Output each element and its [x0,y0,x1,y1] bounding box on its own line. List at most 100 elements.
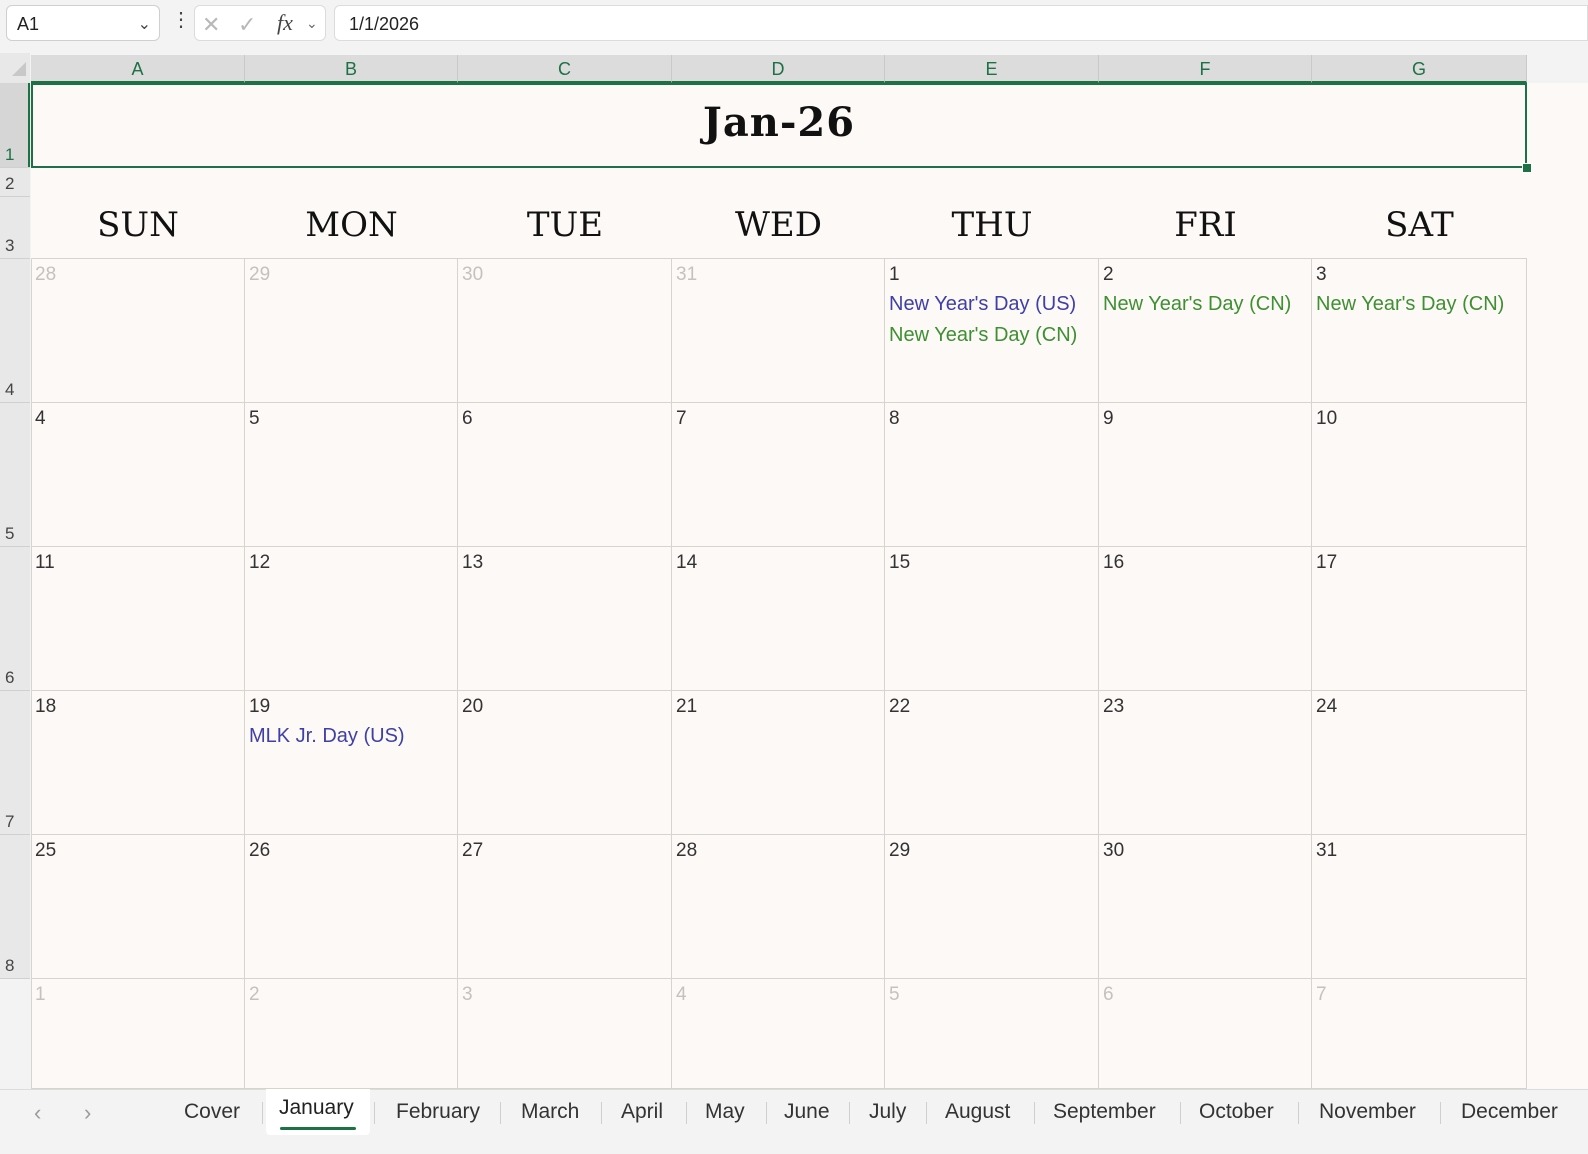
calendar-day-cell[interactable]: 18 [31,691,245,835]
day-number: 8 [889,408,900,429]
name-box[interactable]: A1 ⌄ [6,5,160,41]
calendar-day-cell[interactable]: 30 [1099,835,1312,979]
chevron-left-icon[interactable]: ‹ [34,1100,41,1126]
calendar-day-cell[interactable]: 9 [1099,403,1312,547]
sheet-tab-may[interactable]: May [705,1100,745,1124]
chevron-down-icon[interactable]: ⌄ [306,15,318,32]
day-name-mon[interactable]: MON [245,205,458,257]
fill-handle[interactable] [1522,163,1532,173]
calendar-day-cell[interactable]: 16 [1099,547,1312,691]
column-header-g[interactable]: G [1312,55,1527,83]
column-header-e[interactable]: E [885,55,1099,83]
calendar-day-cell[interactable]: 24 [1312,691,1527,835]
row-header-5[interactable]: 5 [0,403,30,547]
row-header-3[interactable]: 3 [0,197,30,259]
calendar-day-cell[interactable]: 1 New Year's Day (US) New Year's Day (CN) [885,259,1099,403]
calendar-day-cell[interactable]: 2 [245,979,458,1089]
calendar-day-cell[interactable]: 4 [31,403,245,547]
row-header-8[interactable]: 8 [0,835,30,979]
sheet-tab-september[interactable]: September [1053,1100,1156,1124]
calendar-day-cell[interactable]: 5 [885,979,1099,1089]
calendar-day-cell[interactable]: 28 [672,835,885,979]
vertical-ellipsis-icon[interactable]: ⋮ [171,10,191,30]
calendar-day-cell[interactable]: 5 [245,403,458,547]
row-header-6[interactable]: 6 [0,547,30,691]
calendar-day-cell[interactable]: 15 [885,547,1099,691]
day-number: 14 [676,552,698,573]
calendar-day-cell[interactable]: 25 [31,835,245,979]
fx-icon[interactable]: fx [277,10,293,36]
name-box-value: A1 [17,14,40,34]
calendar-day-cell[interactable]: 8 [885,403,1099,547]
calendar-day-cell[interactable]: 1 [31,979,245,1089]
close-icon[interactable]: ✕ [202,12,220,38]
column-header-c[interactable]: C [458,55,672,83]
calendar-day-cell[interactable]: 27 [458,835,672,979]
day-name-wed[interactable]: WED [672,205,885,257]
formula-input[interactable]: 1/1/2026 [334,5,1588,41]
calendar-day-cell[interactable]: 31 [1312,835,1527,979]
formula-bar-area: A1 ⌄ ⋮ ✕ ✓ fx ⌄ 1/1/2026 [0,0,1588,50]
cell-a1-title[interactable]: Jan-26 [31,83,1527,168]
row-header-7[interactable]: 7 [0,691,30,835]
calendar-day-cell[interactable]: 2 New Year's Day (CN) [1099,259,1312,403]
day-name-thu[interactable]: THU [885,205,1099,257]
column-header-label: C [558,59,571,79]
calendar-day-cell[interactable]: 13 [458,547,672,691]
sheet-tab-july[interactable]: July [869,1100,906,1124]
sheet-tab-february[interactable]: February [396,1100,480,1124]
calendar-day-cell[interactable]: 26 [245,835,458,979]
check-icon[interactable]: ✓ [238,12,256,38]
day-number: 21 [676,696,698,717]
calendar-day-cell[interactable]: 6 [1099,979,1312,1089]
calendar-day-cell[interactable]: 28 [31,259,245,403]
row-header-1[interactable]: 1 [0,83,30,168]
sheet-tab-march[interactable]: March [521,1100,579,1124]
calendar-day-cell[interactable]: 6 [458,403,672,547]
calendar-day-cell[interactable]: 19 MLK Jr. Day (US) [245,691,458,835]
calendar-day-cell[interactable]: 31 [672,259,885,403]
calendar-day-cell[interactable]: 21 [672,691,885,835]
sheet-tab-cover[interactable]: Cover [184,1100,240,1124]
tab-separator [926,1102,927,1124]
calendar-day-cell[interactable]: 20 [458,691,672,835]
calendar-day-cell[interactable]: 22 [885,691,1099,835]
calendar-day-cell[interactable]: 14 [672,547,885,691]
calendar-day-cell[interactable]: 23 [1099,691,1312,835]
sheet-tab-june[interactable]: June [784,1100,830,1124]
calendar-day-cell[interactable]: 7 [672,403,885,547]
calendar-day-cell[interactable]: 29 [245,259,458,403]
sheet-tab-november[interactable]: November [1319,1100,1416,1124]
calendar-day-cell[interactable]: 29 [885,835,1099,979]
calendar-day-cell[interactable]: 10 [1312,403,1527,547]
sheet-tab-january[interactable]: January [279,1096,354,1120]
day-name-sun[interactable]: SUN [31,205,245,257]
calendar-day-cell[interactable]: 17 [1312,547,1527,691]
day-name-fri[interactable]: FRI [1099,205,1312,257]
worksheet-overflow[interactable] [1527,83,1588,1089]
active-tab-underline [280,1127,356,1130]
column-header-d[interactable]: D [672,55,885,83]
row-header-4[interactable]: 4 [0,259,30,403]
chevron-down-icon[interactable]: ⌄ [138,14,151,34]
calendar-day-cell[interactable]: 7 [1312,979,1527,1089]
sheet-tab-october[interactable]: October [1199,1100,1274,1124]
day-name-sat[interactable]: SAT [1312,205,1527,257]
calendar-day-cell[interactable]: 11 [31,547,245,691]
sheet-tab-april[interactable]: April [621,1100,663,1124]
calendar-day-cell[interactable]: 3 [458,979,672,1089]
sheet-tab-december[interactable]: December [1461,1100,1558,1124]
column-header-b[interactable]: B [245,55,458,83]
day-number: 6 [462,408,473,429]
calendar-day-cell[interactable]: 30 [458,259,672,403]
day-name-tue[interactable]: TUE [458,205,672,257]
sheet-tab-august[interactable]: August [945,1100,1010,1124]
row-header-2[interactable]: 2 [0,168,30,197]
calendar-day-cell[interactable]: 3 New Year's Day (CN) [1312,259,1527,403]
chevron-right-icon[interactable]: › [84,1100,91,1126]
row-header-label: 4 [5,380,15,399]
column-header-f[interactable]: F [1099,55,1312,83]
column-header-a[interactable]: A [31,55,245,83]
calendar-day-cell[interactable]: 4 [672,979,885,1089]
calendar-day-cell[interactable]: 12 [245,547,458,691]
